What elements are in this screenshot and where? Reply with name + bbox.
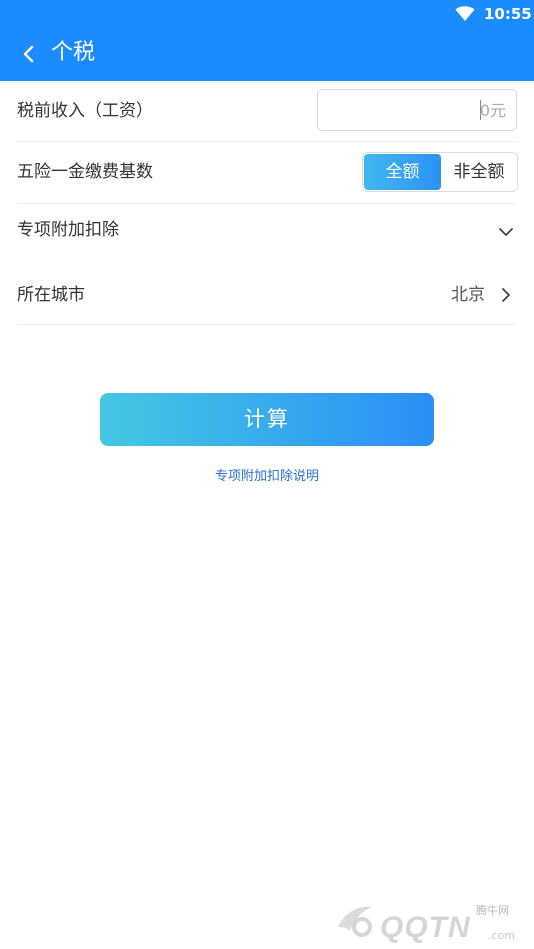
app-bar: 10:55 个税	[0, 0, 534, 81]
insurance-base-label: 五险一金缴费基数	[17, 162, 153, 182]
calculate-button[interactable]: 计算	[100, 393, 434, 446]
divider	[17, 141, 517, 142]
watermark: 腾牛网 QQTN .com	[330, 895, 530, 945]
wifi-icon	[455, 6, 475, 21]
special-deduction-label: 专项附加扣除	[17, 220, 119, 240]
city-value: 北京	[451, 285, 485, 305]
chevron-down-icon	[499, 228, 513, 236]
back-button[interactable]	[14, 38, 46, 70]
chevron-left-icon	[23, 45, 34, 63]
chevron-right-icon	[502, 288, 510, 302]
city-label: 所在城市	[17, 285, 85, 305]
watermark-domain: .com	[488, 929, 515, 942]
watermark-site-name: 腾牛网	[476, 904, 509, 917]
insurance-base-toggle: 全额 非全额	[362, 152, 518, 192]
option-full-amount[interactable]: 全额	[364, 154, 441, 190]
income-input[interactable]	[317, 89, 517, 131]
option-partial-amount[interactable]: 非全额	[441, 154, 517, 190]
text-caret	[480, 100, 481, 120]
income-label: 税前收入（工资）	[17, 101, 153, 121]
watermark-logo-icon	[338, 906, 372, 937]
divider	[17, 203, 517, 204]
watermark-brand: QQTN	[380, 911, 471, 944]
status-bar: 10:55	[0, 0, 534, 28]
page-title: 个税	[51, 40, 96, 65]
deduction-explanation-link[interactable]: 专项附加扣除说明	[0, 467, 534, 487]
divider	[17, 324, 517, 325]
status-time: 10:55	[484, 5, 532, 23]
